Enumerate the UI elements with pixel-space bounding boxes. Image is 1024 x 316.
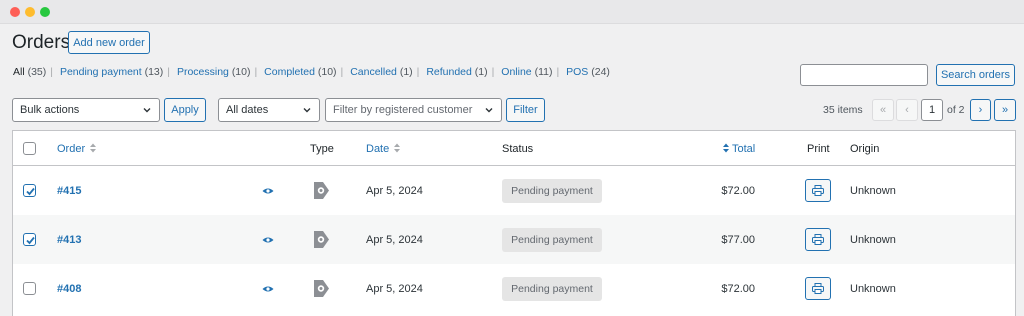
order-total: $72.00 <box>721 283 755 295</box>
status-badge: Pending payment <box>502 228 602 252</box>
print-button[interactable] <box>805 179 831 202</box>
checkmark-icon <box>26 187 35 196</box>
column-order[interactable]: Order <box>57 143 97 155</box>
checkmark-icon <box>26 236 35 245</box>
page-title: Orders <box>12 32 71 53</box>
order-date: Apr 5, 2024 <box>366 185 423 197</box>
customer-filter-placeholder: Filter by registered customer <box>333 104 473 116</box>
current-page-input[interactable]: 1 <box>921 99 943 121</box>
filter-pos[interactable]: POS (24) <box>566 66 610 78</box>
order-date: Apr 5, 2024 <box>366 234 423 246</box>
zoom-window-button[interactable] <box>40 7 50 17</box>
bulk-actions-select[interactable]: Bulk actions <box>12 98 160 122</box>
sort-arrows-icon <box>394 143 401 153</box>
select-all-checkbox[interactable] <box>23 142 36 155</box>
pos-tag-icon <box>314 231 329 248</box>
chevron-down-icon <box>303 108 311 113</box>
customer-filter-select[interactable]: Filter by registered customer <box>325 98 502 122</box>
status-filter-links: All (35) | Pending payment (13) | Processi… <box>13 66 610 78</box>
order-origin: Unknown <box>850 185 896 197</box>
minimize-window-button[interactable] <box>25 7 35 17</box>
apply-button[interactable]: Apply <box>164 98 206 122</box>
printer-icon <box>812 185 824 196</box>
filter-cancelled[interactable]: Cancelled (1) <box>350 66 412 78</box>
eye-icon[interactable] <box>262 285 274 293</box>
dates-select[interactable]: All dates <box>218 98 320 122</box>
column-date[interactable]: Date <box>366 143 401 155</box>
bulk-actions-value: Bulk actions <box>20 104 80 116</box>
table-row[interactable]: #408 Apr 5, 2024 Pending payment $72.00 … <box>13 264 1015 313</box>
column-print: Print <box>807 143 830 155</box>
row-checkbox[interactable] <box>23 282 36 295</box>
next-page-button[interactable]: › <box>970 99 991 121</box>
order-link[interactable]: #413 <box>57 234 81 246</box>
total-pages: of 2 <box>947 104 965 116</box>
order-link[interactable]: #415 <box>57 185 81 197</box>
order-date: Apr 5, 2024 <box>366 283 423 295</box>
add-new-order-button[interactable]: Add new order <box>68 31 150 54</box>
search-orders-input[interactable] <box>800 64 928 86</box>
order-total: $72.00 <box>721 185 755 197</box>
eye-icon[interactable] <box>262 236 274 244</box>
chevron-down-icon <box>485 108 493 113</box>
filter-processing[interactable]: Processing (10) <box>177 66 251 78</box>
column-type: Type <box>310 143 334 155</box>
column-status: Status <box>502 143 534 155</box>
order-total: $77.00 <box>721 234 755 246</box>
chevron-down-icon <box>143 108 151 113</box>
print-button[interactable] <box>805 228 831 251</box>
pos-tag-icon <box>314 280 329 297</box>
filter-online[interactable]: Online (11) <box>501 66 552 78</box>
order-link[interactable]: #408 <box>57 283 81 295</box>
search-orders-button[interactable]: Search orders <box>936 64 1015 86</box>
eye-icon[interactable] <box>262 187 274 195</box>
column-origin: Origin <box>850 143 880 155</box>
column-total[interactable]: Total <box>722 143 755 155</box>
status-badge: Pending payment <box>502 277 602 301</box>
sort-arrows-icon <box>723 143 729 153</box>
print-button[interactable] <box>805 277 831 300</box>
first-page-button[interactable]: « <box>872 99 894 121</box>
dates-value: All dates <box>226 104 269 116</box>
order-origin: Unknown <box>850 283 896 295</box>
order-origin: Unknown <box>850 234 896 246</box>
browser-window: Orders Add new order All (35) | Pending p… <box>0 0 1024 316</box>
row-checkbox[interactable] <box>23 184 36 197</box>
previous-page-button[interactable]: ‹ <box>896 99 918 121</box>
printer-icon <box>812 234 824 245</box>
orders-table: Order Type Date Status Total Print Origi… <box>12 130 1016 316</box>
row-checkbox[interactable] <box>23 233 36 246</box>
printer-icon <box>812 283 824 294</box>
filter-pending-payment[interactable]: Pending payment (13) <box>60 66 163 78</box>
table-header: Order Type Date Status Total Print Origi… <box>13 131 1015 166</box>
sort-arrows-icon <box>90 143 97 153</box>
items-count: 35 items <box>823 104 863 116</box>
filter-button[interactable]: Filter <box>506 98 545 122</box>
status-badge: Pending payment <box>502 179 602 203</box>
table-row[interactable]: #415 Apr 5, 2024 Pending payment $72.00 … <box>13 166 1015 215</box>
last-page-button[interactable]: » <box>994 99 1016 121</box>
close-window-button[interactable] <box>10 7 20 17</box>
pos-tag-icon <box>314 182 329 199</box>
title-bar <box>0 0 1024 24</box>
table-row[interactable]: #413 Apr 5, 2024 Pending payment $77.00 … <box>13 215 1015 264</box>
filter-all[interactable]: All (35) <box>13 66 46 78</box>
filter-completed[interactable]: Completed (10) <box>264 66 336 78</box>
filter-refunded[interactable]: Refunded (1) <box>426 66 487 78</box>
